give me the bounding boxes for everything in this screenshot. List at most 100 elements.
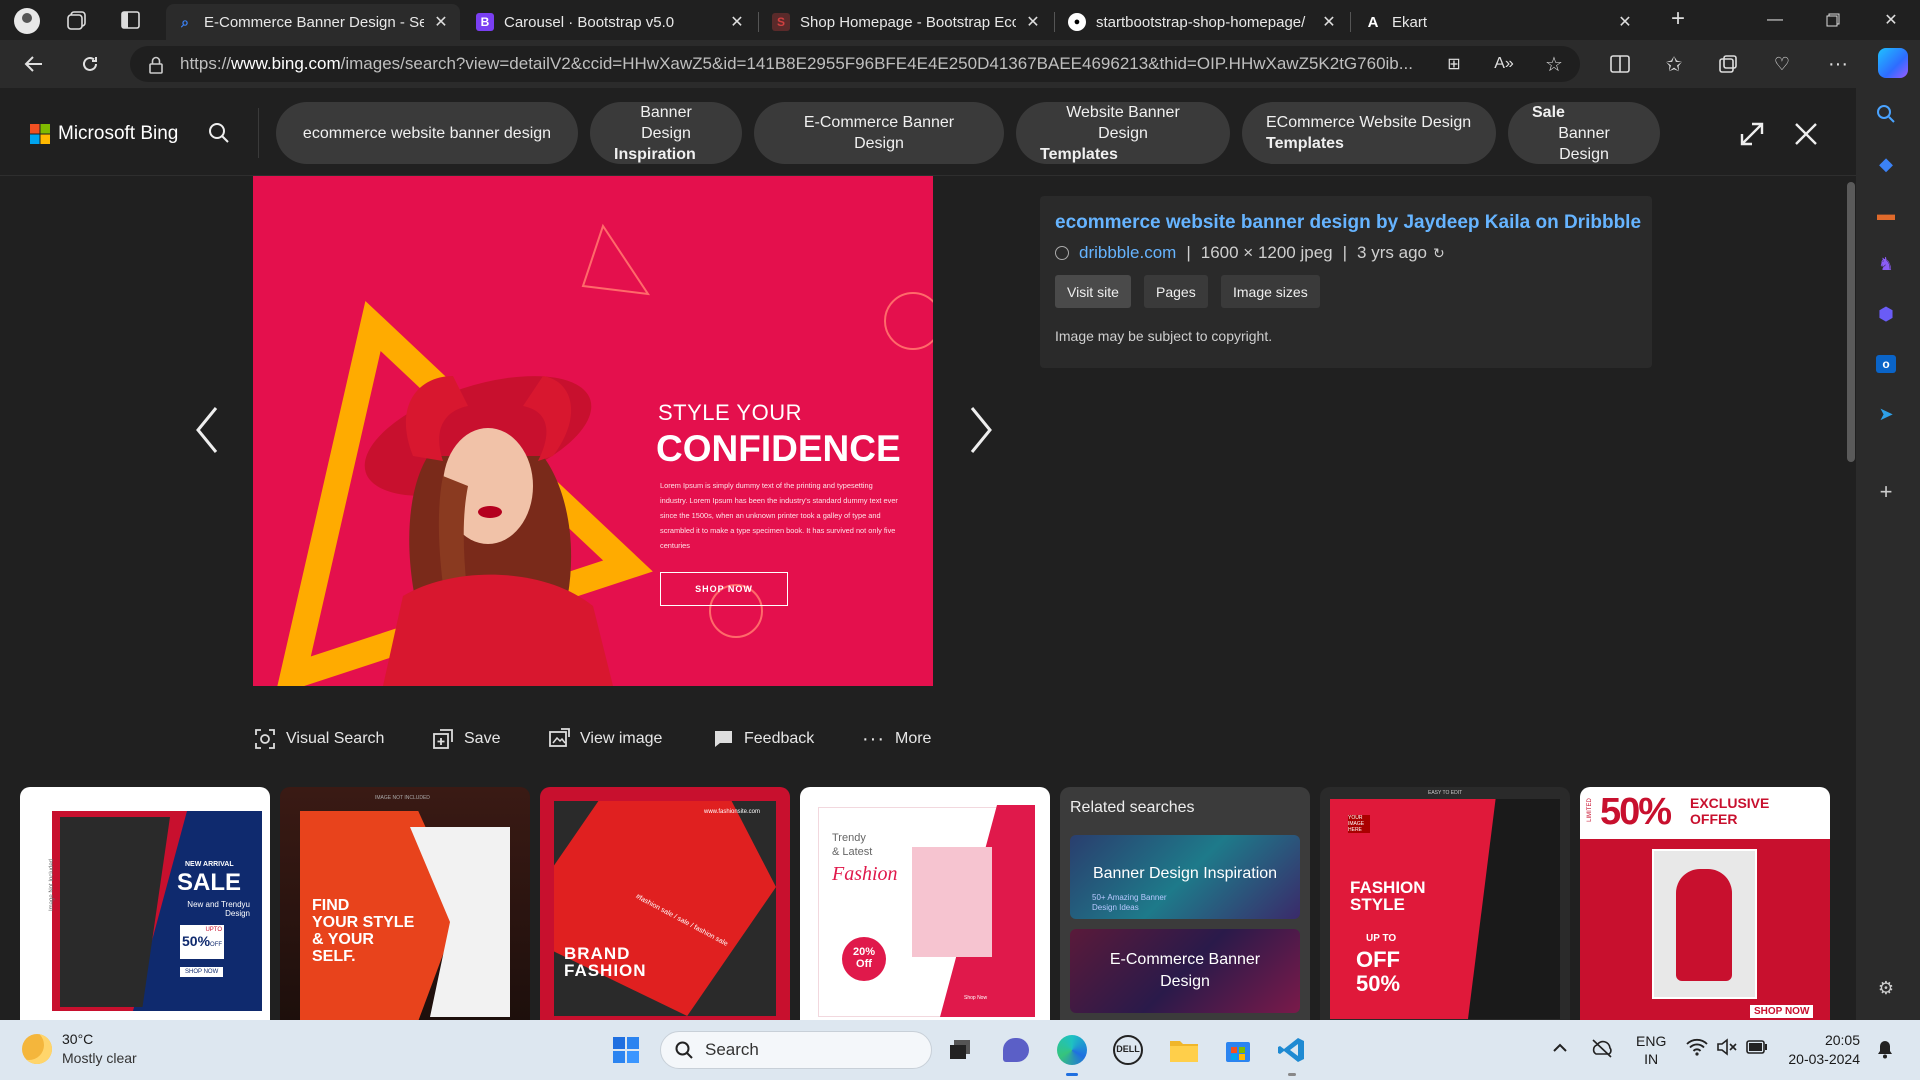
search-icon[interactable] <box>208 122 232 146</box>
weather-widget[interactable]: 30°C Mostly clear <box>22 1030 137 1068</box>
next-image-arrow[interactable] <box>960 400 1000 460</box>
close-tab-icon[interactable]: ✕ <box>1320 12 1338 32</box>
restore-button[interactable] <box>1810 0 1856 40</box>
thumbnail-trendy-fashion[interactable]: Trendy & Latest Fashion 20% Off Shop Now <box>800 787 1050 1020</box>
thumbnail-brand-fashion[interactable]: www.fashionsite.com #fashion sale / sale… <box>540 787 790 1020</box>
lock-icon[interactable] <box>148 56 164 74</box>
add-sidebar-app-icon[interactable]: + <box>1872 478 1900 506</box>
button-label: Visit site <box>1067 283 1119 300</box>
close-tab-icon[interactable]: ✕ <box>728 12 746 32</box>
related-chip-1[interactable]: ecommerce website banner design <box>276 102 578 164</box>
related-chip-6[interactable]: Sale Banner Design <box>1508 102 1660 164</box>
show-hidden-icons-chevron[interactable] <box>1552 1040 1568 1058</box>
thumb-url: www.fashionsite.com <box>704 809 761 815</box>
tab-bing-search[interactable]: ⌕ E-Commerce Banner Design - Se ✕ <box>166 4 460 40</box>
feedback-icon <box>714 731 732 747</box>
feedback-action[interactable]: Feedback <box>712 726 814 752</box>
new-tab-button[interactable]: + <box>1664 6 1692 34</box>
tab-actions-icon[interactable] <box>120 10 142 30</box>
app-available-icon[interactable]: ⊞ <box>1438 48 1470 80</box>
edge-browser-icon[interactable] <box>1052 1030 1092 1076</box>
browser-essentials-icon[interactable]: ♡ <box>1766 48 1798 80</box>
page-scrollbar[interactable] <box>1847 182 1855 462</box>
favorite-star-icon[interactable]: ☆ <box>1538 48 1570 80</box>
tools-briefcase-icon[interactable]: ▬ <box>1872 200 1900 228</box>
settings-more-icon[interactable]: ··· <box>1822 48 1854 80</box>
vscode-icon[interactable] <box>1272 1030 1312 1076</box>
language-indicator[interactable]: ENG IN <box>1636 1032 1666 1068</box>
task-view-icon[interactable] <box>940 1030 980 1070</box>
close-icon[interactable] <box>1792 120 1820 148</box>
profile-avatar[interactable] <box>14 8 40 34</box>
save-action[interactable]: Save <box>432 726 500 752</box>
related-chip-5[interactable]: ECommerce Website Design Templates <box>1242 102 1496 164</box>
related-item-2[interactable]: E-Commerce Banner Design <box>1070 929 1300 1013</box>
thumbnail-sale-banner[interactable]: Image Not Included NEW ARRIVAL SALE New … <box>20 787 270 1020</box>
microsoft-365-icon[interactable]: ⬢ <box>1872 300 1900 328</box>
view-image-icon <box>549 728 570 747</box>
related-chip-2[interactable]: Banner Design Inspiration <box>590 102 742 164</box>
onedrive-offline-icon[interactable] <box>1590 1038 1614 1063</box>
games-icon[interactable]: ♞ <box>1872 250 1900 278</box>
battery-icon[interactable] <box>1746 1040 1768 1059</box>
lang-primary: ENG <box>1636 1033 1667 1049</box>
taskbar-search-box[interactable]: Search <box>660 1031 932 1069</box>
favorites-icon[interactable]: ✩ <box>1658 48 1690 80</box>
thumbnail-exclusive-offer[interactable]: LIMITED 50% EXCLUSIVE OFFER SHOP NOW <box>1580 787 1830 1020</box>
related-chip-4[interactable]: Website Banner Design Templates <box>1016 102 1230 164</box>
tab-shop-homepage[interactable]: S Shop Homepage - Bootstrap Ecc ✕ <box>762 4 1052 40</box>
back-arrow-icon[interactable] <box>18 48 50 80</box>
related-searches-card: Related searches Banner Design Inspirati… <box>1060 787 1310 1020</box>
send-icon[interactable]: ➤ <box>1872 400 1900 428</box>
visual-search-action[interactable]: Visual Search <box>254 726 384 752</box>
expand-icon[interactable] <box>1738 120 1766 148</box>
tab-ekart[interactable]: A Ekart ✕ <box>1354 4 1644 40</box>
start-button[interactable] <box>606 1030 646 1070</box>
button-label: Pages <box>1156 283 1196 300</box>
close-tab-icon[interactable]: ✕ <box>432 12 450 32</box>
image-sizes-button[interactable]: Image sizes <box>1221 275 1320 308</box>
address-bar[interactable]: https://www.bing.com/images/search?view=… <box>130 46 1580 82</box>
notification-bell-icon[interactable] <box>1876 1039 1894 1064</box>
more-action[interactable]: ··· More <box>862 726 931 752</box>
wifi-icon[interactable] <box>1686 1038 1708 1061</box>
outlook-icon[interactable]: o <box>1872 350 1900 378</box>
refresh-icon[interactable] <box>74 48 106 80</box>
tab-bootstrap-carousel[interactable]: B Carousel · Bootstrap v5.0 ✕ <box>466 4 756 40</box>
file-explorer-icon[interactable] <box>1164 1030 1204 1070</box>
dell-icon[interactable]: DELL <box>1108 1030 1148 1070</box>
sidebar-settings-icon[interactable]: ⚙ <box>1872 974 1900 1002</box>
main-preview-image[interactable]: STYLE YOUR CONFIDENCE Lorem Ipsum is sim… <box>253 176 933 686</box>
related-chip-3[interactable]: E-Commerce Banner Design <box>754 102 1004 164</box>
tab-github[interactable]: ● startbootstrap-shop-homepage/ ✕ <box>1058 4 1348 40</box>
related-item-1[interactable]: Banner Design Inspiration 50+ Amazing Ba… <box>1070 835 1300 919</box>
split-screen-icon[interactable] <box>1604 48 1636 80</box>
microsoft-store-icon[interactable] <box>1218 1030 1258 1070</box>
pages-button[interactable]: Pages <box>1144 275 1208 308</box>
view-image-action[interactable]: View image <box>548 726 662 752</box>
bing-header: Microsoft Bing ecommerce website banner … <box>0 88 1856 176</box>
offer-value: 50% <box>182 933 211 949</box>
action-label: View image <box>580 730 663 747</box>
read-aloud-icon[interactable]: A» <box>1488 48 1520 80</box>
image-title-link[interactable]: ecommerce website banner design by Jayde… <box>1055 212 1641 234</box>
sidebar-search-icon[interactable] <box>1872 100 1900 128</box>
minimize-button[interactable]: — <box>1752 0 1798 40</box>
close-window-button[interactable]: ✕ <box>1868 0 1914 40</box>
volume-muted-icon[interactable] <box>1716 1038 1738 1061</box>
visit-site-button[interactable]: Visit site <box>1055 275 1131 308</box>
previous-image-arrow[interactable] <box>188 400 228 460</box>
bing-logo[interactable]: Microsoft Bing <box>30 123 178 145</box>
clock[interactable]: 20:05 20-03-2024 <box>1782 1031 1860 1069</box>
thumbnail-fashion-style[interactable]: EASY TO EDIT YOUR IMAGE HERE FASHION STY… <box>1320 787 1570 1020</box>
close-tab-icon[interactable]: ✕ <box>1024 12 1042 32</box>
image-age: 3 yrs ago <box>1357 243 1427 262</box>
copilot-icon[interactable] <box>1878 48 1908 78</box>
workspaces-icon[interactable] <box>66 10 88 30</box>
source-link[interactable]: dribbble.com <box>1079 243 1176 263</box>
close-tab-icon[interactable]: ✕ <box>1616 12 1634 32</box>
collections-icon[interactable] <box>1712 48 1744 80</box>
shopping-tag-icon[interactable]: ◆ <box>1872 150 1900 178</box>
teams-chat-icon[interactable] <box>996 1030 1036 1070</box>
thumbnail-find-your-style[interactable]: IMAGE NOT INCLUDED FIND YOUR STYLE & YOU… <box>280 787 530 1020</box>
